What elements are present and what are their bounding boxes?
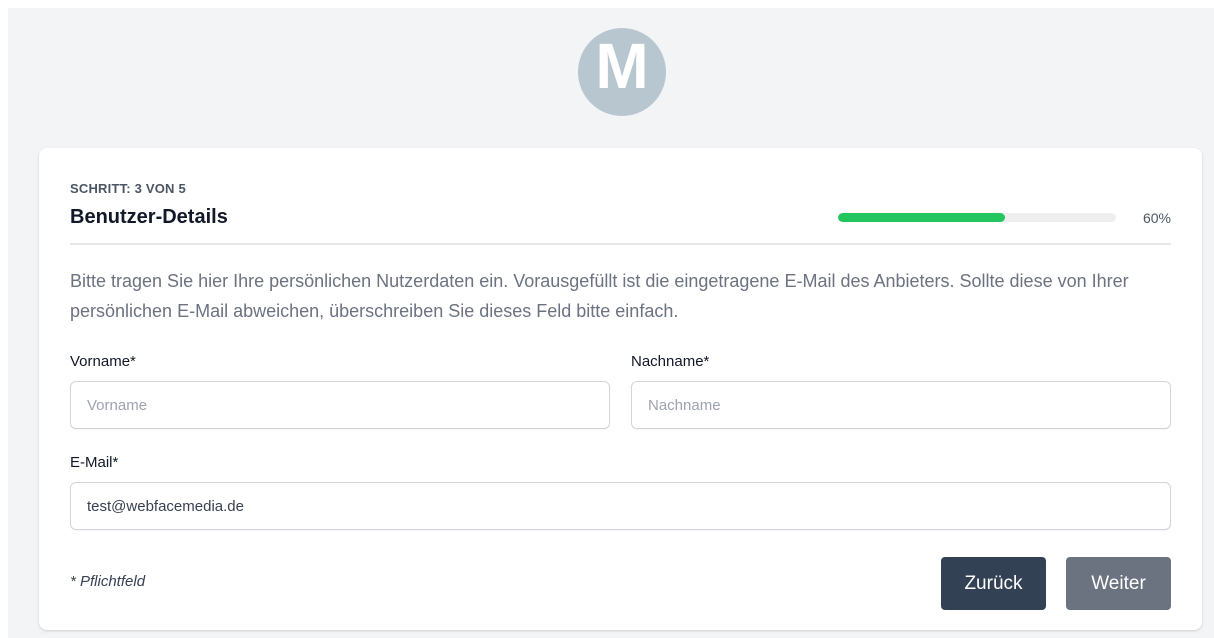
lastname-input[interactable] bbox=[631, 381, 1171, 429]
logo-letter: M bbox=[595, 30, 649, 102]
progress-bar-fill bbox=[838, 213, 1005, 222]
company-logo: M bbox=[578, 28, 666, 116]
email-input[interactable] bbox=[70, 482, 1171, 530]
progress-bar bbox=[838, 213, 1116, 222]
wizard-card: SCHRITT: 3 VON 5 Benutzer-Details 60% Bi… bbox=[39, 148, 1202, 630]
firstname-label: Vorname* bbox=[70, 353, 136, 370]
progress-percent-text: 60% bbox=[1142, 210, 1171, 226]
next-button[interactable]: Weiter bbox=[1066, 557, 1171, 610]
lastname-label: Nachname* bbox=[631, 353, 710, 370]
back-button[interactable]: Zurück bbox=[941, 557, 1046, 610]
required-field-note: * Pflichtfeld bbox=[70, 573, 146, 590]
page-background: M SCHRITT: 3 VON 5 Benutzer-Details 60% … bbox=[8, 8, 1214, 638]
form-description: Bitte tragen Sie hier Ihre persönlichen … bbox=[70, 271, 1129, 321]
firstname-input[interactable] bbox=[70, 381, 610, 429]
step-title: Benutzer-Details bbox=[70, 206, 228, 228]
header-divider bbox=[70, 243, 1171, 245]
step-indicator: SCHRITT: 3 VON 5 bbox=[70, 181, 186, 196]
email-label: E-Mail* bbox=[70, 454, 119, 471]
